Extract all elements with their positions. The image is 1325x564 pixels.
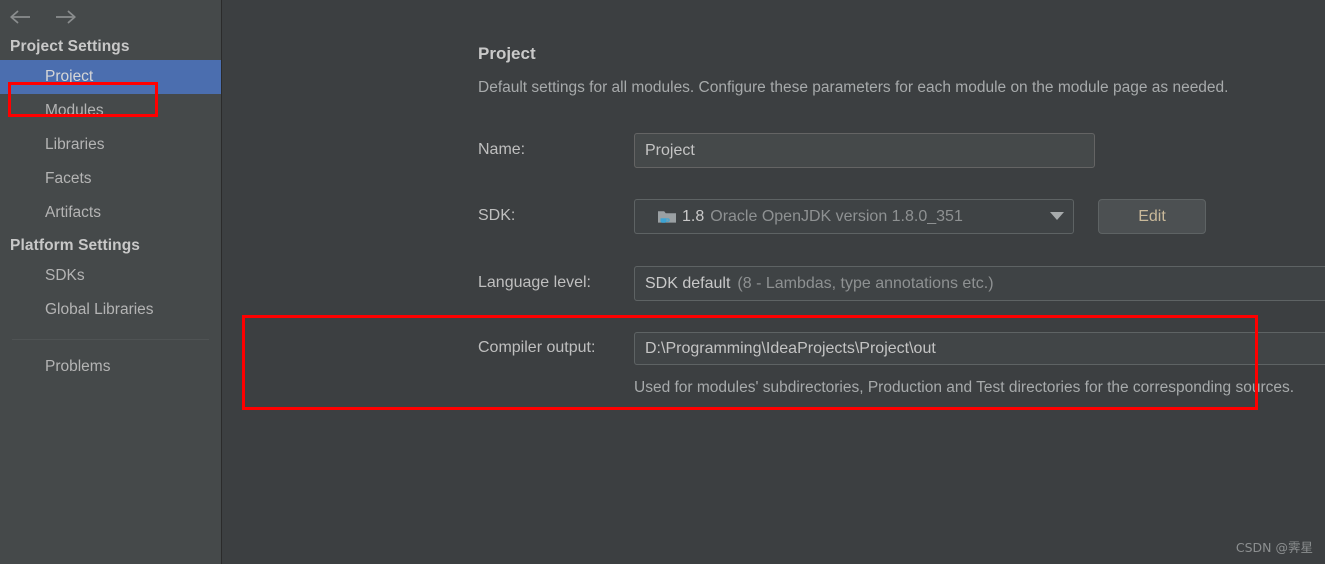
settings-content-panel: Project Default settings for all modules…	[222, 0, 1325, 564]
sdk-version-full: Oracle OpenJDK version 1.8.0_351	[710, 207, 963, 225]
settings-dialog: Project Settings Project Modules Librari…	[0, 0, 1325, 564]
forward-arrow-icon[interactable]	[52, 6, 78, 28]
page-subtitle: Default settings for all modules. Config…	[478, 79, 1229, 96]
compiler-output-hint: Used for modules' subdirectories, Produc…	[634, 379, 1295, 396]
sdk-version-short: 1.8	[682, 207, 705, 225]
watermark: CSDN @霁星	[1235, 540, 1313, 555]
jdk-folder-icon	[657, 208, 677, 226]
compiler-output-label: Compiler output:	[478, 339, 596, 356]
sdk-edit-button-label: Edit	[1138, 207, 1166, 225]
language-level-combobox[interactable]: SDK default (8 - Lambdas, type annotatio…	[634, 266, 1325, 301]
sidebar-item-facets[interactable]: Facets	[0, 162, 221, 196]
sidebar-divider	[12, 339, 209, 340]
language-level-detail: (8 - Lambdas, type annotations etc.)	[737, 274, 994, 292]
name-label: Name:	[478, 141, 526, 158]
language-level-value: SDK default	[645, 274, 731, 292]
name-input[interactable]: Project	[634, 133, 1095, 168]
sidebar-group-platform-settings: Platform Settings	[10, 237, 141, 254]
settings-sidebar: Project Settings Project Modules Librari…	[0, 0, 222, 564]
name-input-value: Project	[645, 141, 695, 159]
sidebar-item-artifacts[interactable]: Artifacts	[0, 196, 221, 230]
sidebar-item-modules[interactable]: Modules	[0, 94, 221, 128]
sdk-label: SDK:	[478, 207, 516, 224]
sidebar-item-sdks[interactable]: SDKs	[0, 259, 221, 293]
back-arrow-icon[interactable]	[8, 6, 34, 28]
sidebar-group-project-settings: Project Settings	[10, 38, 130, 55]
sidebar-navigation	[0, 0, 221, 34]
sdk-edit-button[interactable]: Edit	[1098, 199, 1206, 234]
page-title: Project	[478, 44, 536, 63]
sidebar-item-global-libraries[interactable]: Global Libraries	[0, 293, 221, 327]
sidebar-item-libraries[interactable]: Libraries	[0, 128, 221, 162]
sidebar-item-project[interactable]: Project	[0, 60, 221, 94]
compiler-output-value: D:\Programming\IdeaProjects\Project\out	[645, 339, 936, 357]
sdk-combobox[interactable]: 1.8 Oracle OpenJDK version 1.8.0_351	[634, 199, 1074, 234]
compiler-output-input[interactable]: D:\Programming\IdeaProjects\Project\out	[634, 332, 1325, 365]
language-level-label: Language level:	[478, 274, 591, 291]
sdk-chevron-down-icon[interactable]	[1050, 212, 1064, 220]
sidebar-item-problems[interactable]: Problems	[0, 350, 221, 384]
